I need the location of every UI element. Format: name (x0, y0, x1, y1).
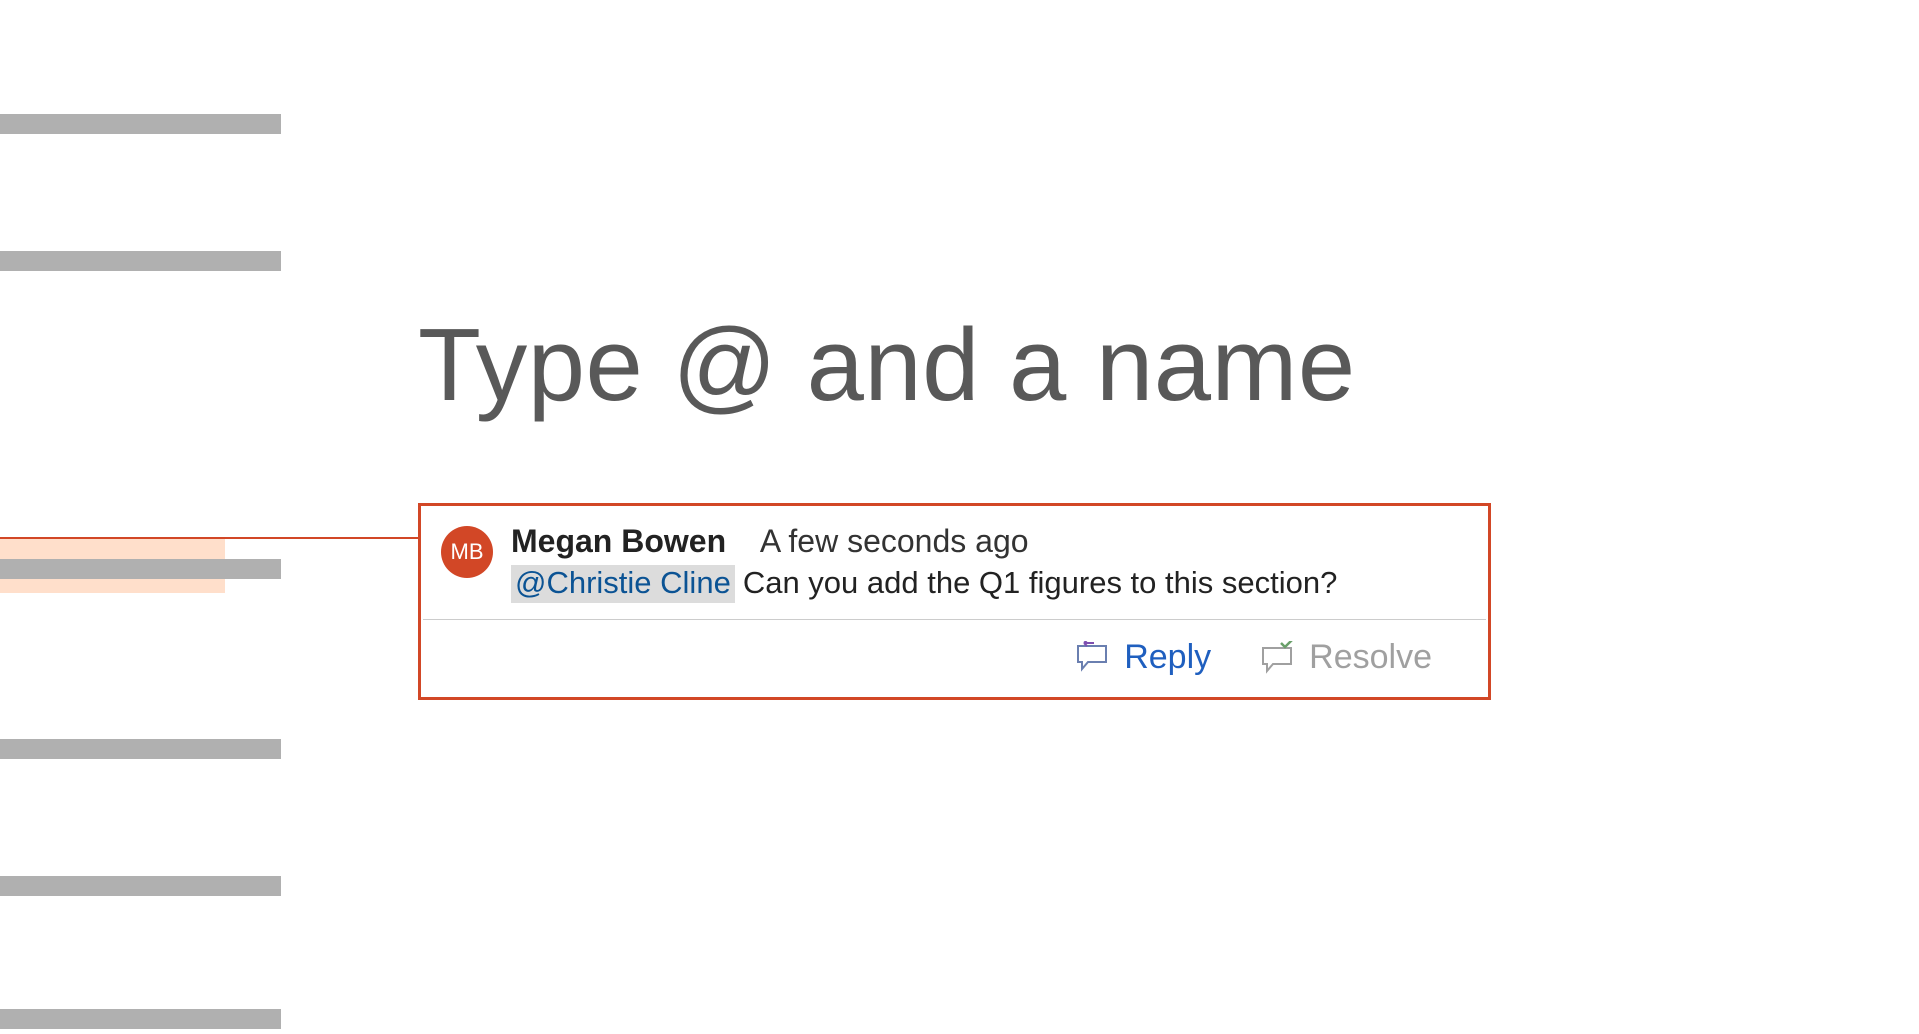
comment-connector (0, 537, 420, 539)
page-title: Type @ and a name (418, 306, 1356, 424)
avatar: MB (441, 526, 493, 578)
decorative-bar (0, 1009, 281, 1029)
resolve-icon (1259, 641, 1299, 675)
decorative-bar (0, 114, 281, 134)
reply-icon (1074, 641, 1114, 675)
comment-actions: Reply Resolve (421, 620, 1488, 697)
author-name: Megan Bowen (511, 523, 726, 559)
decorative-bar (0, 559, 281, 579)
comment-header: Megan Bowen A few seconds ago (511, 524, 1468, 559)
decorative-bar (0, 251, 281, 271)
comment-text[interactable]: Can you add the Q1 figures to this secti… (743, 565, 1338, 601)
decorative-bar (0, 739, 281, 759)
mention-chip[interactable]: @Christie Cline (511, 565, 735, 603)
reply-button[interactable]: Reply (1074, 638, 1211, 677)
comment-callout: MB Megan Bowen A few seconds ago @Christ… (418, 503, 1491, 700)
reply-label: Reply (1124, 638, 1211, 677)
resolve-button[interactable]: Resolve (1259, 638, 1432, 677)
decorative-bar (0, 876, 281, 896)
resolve-label: Resolve (1309, 638, 1432, 677)
comment-timestamp: A few seconds ago (760, 523, 1029, 559)
comment-body: MB Megan Bowen A few seconds ago @Christ… (421, 506, 1488, 619)
